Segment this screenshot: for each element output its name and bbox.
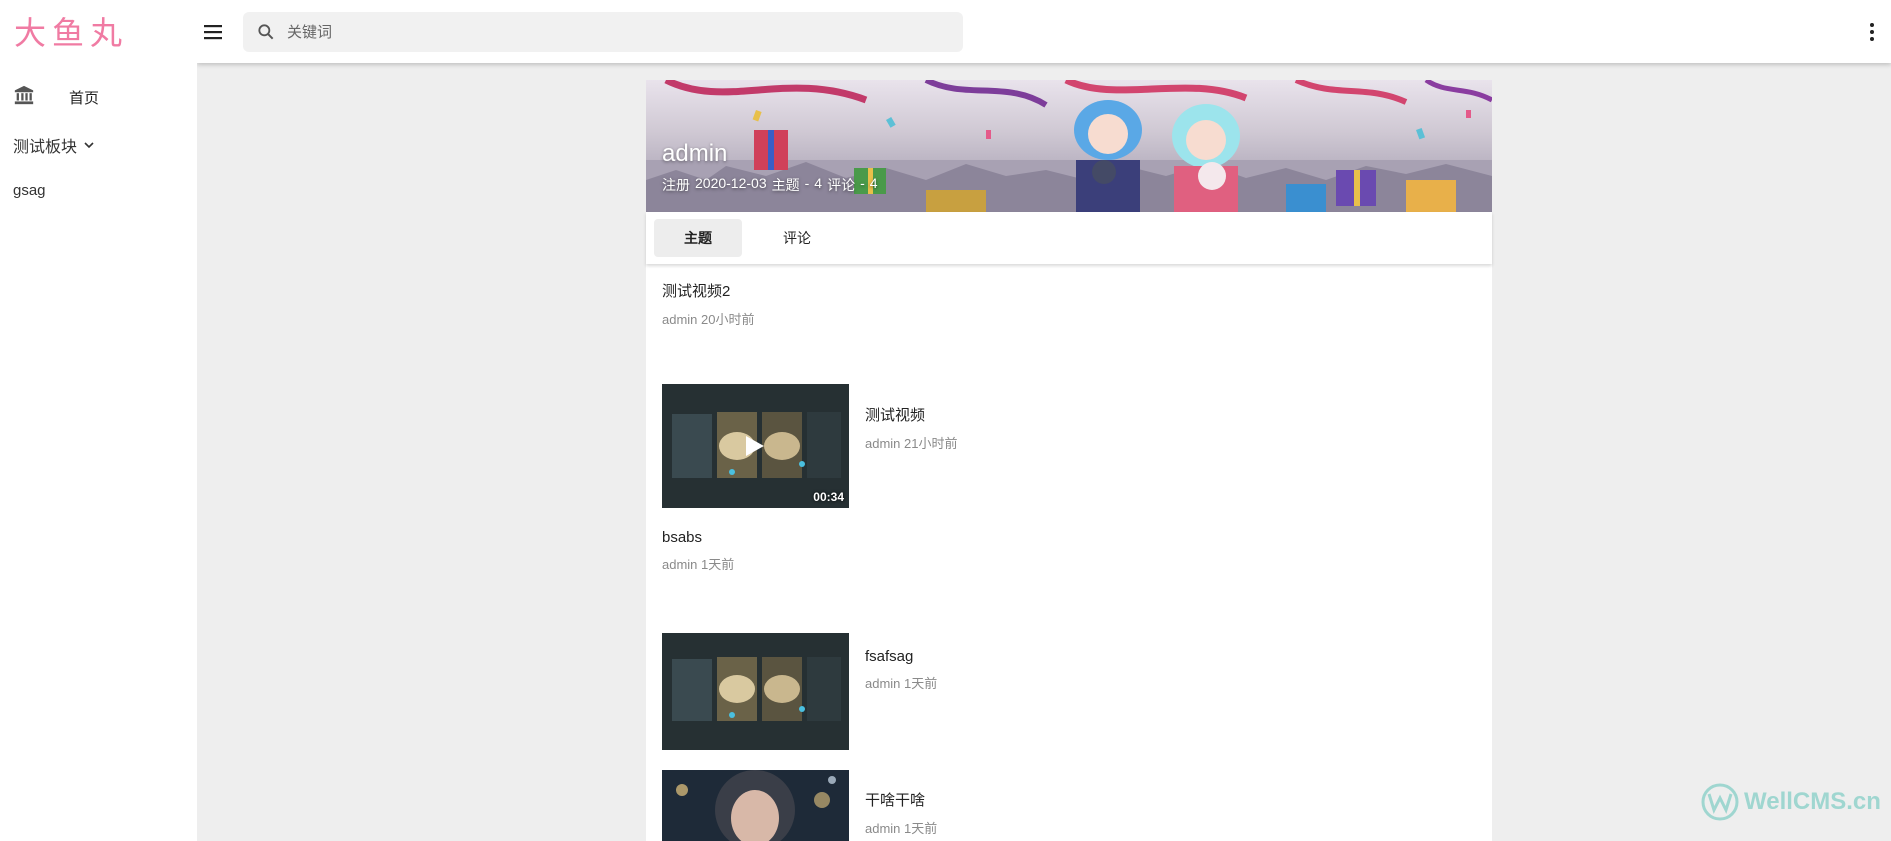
profile-tabs: 主题 评论: [646, 212, 1492, 264]
list-item[interactable]: fsafsag admin 1天前: [865, 648, 937, 692]
thread-time: 20小时前: [701, 312, 755, 327]
search-input[interactable]: [287, 12, 947, 52]
thread-meta: admin 21小时前: [865, 433, 958, 452]
thread-author: admin: [865, 436, 901, 451]
thread-author: admin: [865, 676, 901, 691]
video-duration: 00:34: [813, 490, 844, 504]
thread-meta: admin 1天前: [865, 818, 937, 837]
wellcms-logo-icon: [1701, 783, 1739, 821]
video-thumbnail[interactable]: 00:34: [662, 384, 849, 508]
comments-count: 4: [869, 175, 878, 191]
list-item[interactable]: 测试视频 admin 21小时前: [865, 404, 958, 452]
registered-label: 注册: [662, 177, 690, 193]
more-vert-icon[interactable]: [1869, 21, 1875, 43]
thread-time: 1天前: [701, 557, 735, 572]
sidebar-item-label: 首页: [69, 90, 100, 107]
menu-icon[interactable]: [201, 20, 225, 44]
site-logo[interactable]: 大鱼丸: [14, 8, 128, 54]
stats-separator: -: [860, 175, 865, 191]
list-item[interactable]: bsabs admin 1天前: [662, 529, 734, 573]
thread-title[interactable]: 测试视频2: [662, 280, 755, 301]
site-watermark: WellCMS.cn: [1700, 782, 1881, 822]
watermark-text: WellCMS.cn: [1744, 788, 1881, 815]
topics-label: 主题: [771, 177, 800, 193]
sidebar: 大鱼丸 首页 测试板块 gsag: [0, 0, 197, 841]
thread-title[interactable]: 测试视频: [865, 404, 958, 425]
thread-time: 1天前: [904, 676, 938, 691]
tab-comments[interactable]: 评论: [753, 219, 841, 257]
registered-date: 2020-12-03: [695, 175, 767, 191]
sidebar-section-toggle[interactable]: 测试板块: [13, 133, 97, 157]
bank-icon: [14, 85, 34, 105]
comments-label: 评论: [827, 177, 856, 193]
tab-topics[interactable]: 主题: [654, 219, 742, 257]
thread-time: 1天前: [904, 821, 938, 836]
list-item[interactable]: 测试视频2 admin 20小时前: [662, 280, 755, 328]
thread-title[interactable]: fsafsag: [865, 648, 937, 665]
thread-title[interactable]: 干啥干啥: [865, 789, 937, 810]
video-preview-image: [662, 633, 849, 750]
thread-author: admin: [662, 312, 698, 327]
chevron-down-icon: [84, 142, 94, 149]
list-item[interactable]: 干啥干啥 admin 1天前: [865, 789, 937, 837]
profile-card: admin 注册 2020-12-03 主题 - 4 评论 - 4 主题 评论 …: [646, 80, 1492, 841]
thread-meta: admin 1天前: [662, 554, 734, 573]
sidebar-item-home[interactable]: 首页: [0, 80, 197, 112]
thread-author: admin: [865, 821, 901, 836]
profile-username: admin: [662, 140, 728, 167]
thread-time: 21小时前: [904, 436, 958, 451]
thread-author: admin: [662, 557, 698, 572]
thread-meta: admin 20小时前: [662, 309, 755, 328]
play-icon[interactable]: [744, 434, 766, 458]
topics-count: 4: [814, 175, 823, 191]
sidebar-section-label: 测试板块: [13, 139, 78, 156]
profile-stats: 注册 2020-12-03 主题 - 4 评论 - 4: [662, 175, 878, 195]
stats-separator: -: [804, 175, 810, 191]
profile-banner: admin 注册 2020-12-03 主题 - 4 评论 - 4: [646, 80, 1492, 212]
top-bar: [197, 0, 1891, 63]
search-icon[interactable]: [256, 22, 276, 42]
sidebar-item-gsag[interactable]: gsag: [13, 182, 46, 199]
image-thumbnail[interactable]: [662, 770, 849, 841]
portrait-image: [662, 770, 849, 841]
thread-meta: admin 1天前: [865, 673, 937, 692]
thread-title[interactable]: bsabs: [662, 529, 734, 546]
video-thumbnail[interactable]: [662, 633, 849, 750]
search-bar: [243, 12, 963, 52]
